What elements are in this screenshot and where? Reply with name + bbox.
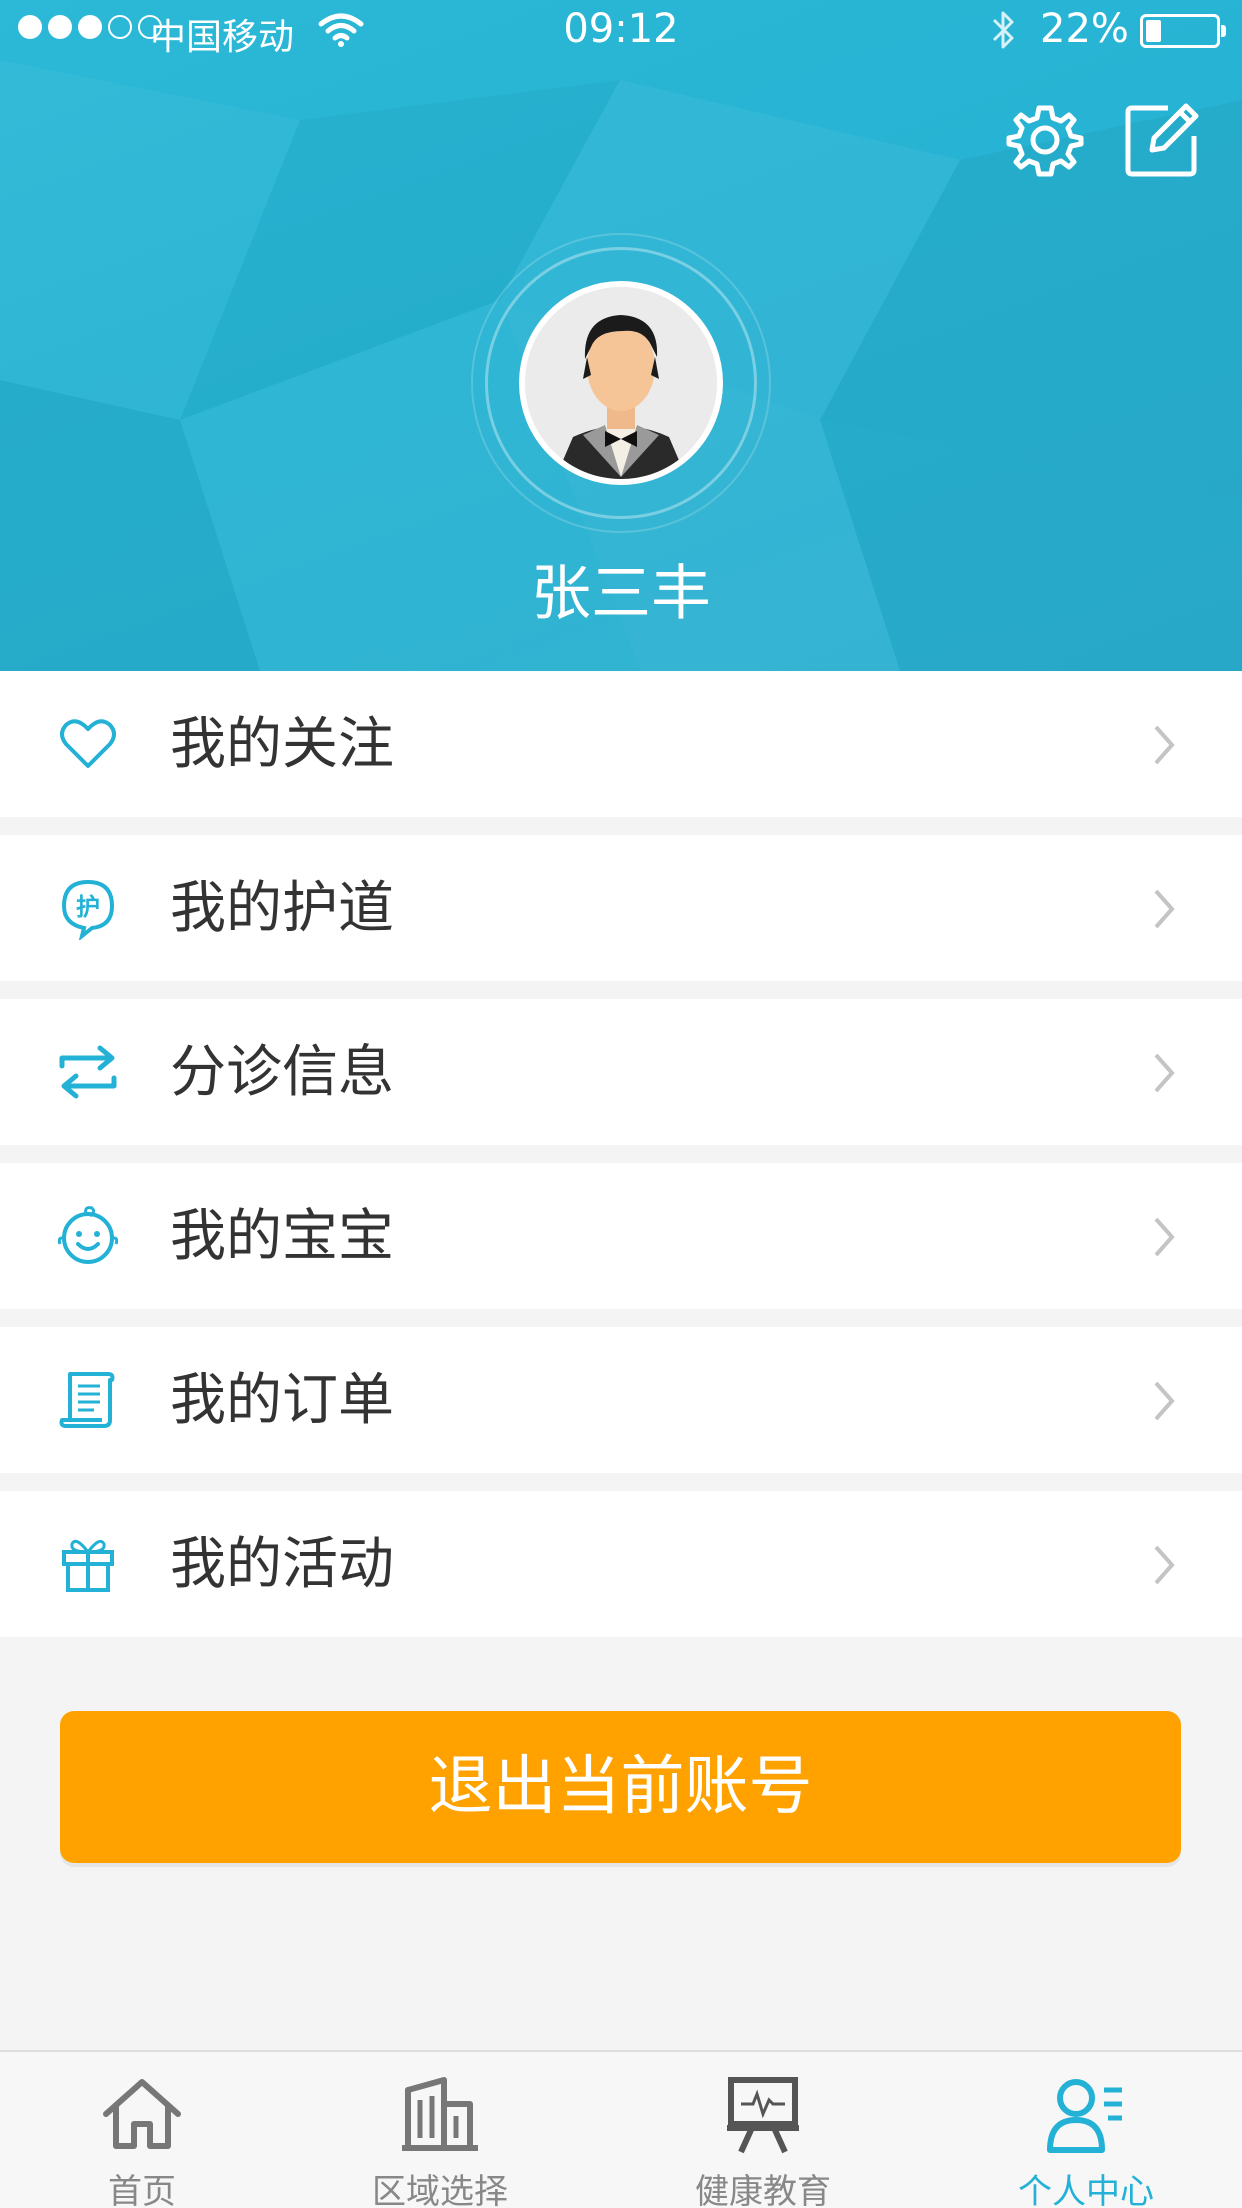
order-list-icon (59, 1372, 115, 1428)
home-icon (103, 2079, 181, 2149)
settings-gear-icon[interactable] (1005, 100, 1085, 180)
logout-button[interactable]: 退出当前账号 (60, 1711, 1181, 1863)
menu-item-label: 分诊信息 (170, 1040, 394, 1105)
avatar[interactable] (519, 281, 723, 485)
chevron-right-icon (1154, 1381, 1175, 1421)
profile-list-icon (1047, 2079, 1122, 2153)
bottom-tab-bar: 首页 区域选择 健康教育 个人中心 (0, 2050, 1242, 2208)
tab-region-select[interactable]: 区域选择 (320, 2052, 560, 2208)
buildings-icon (402, 2077, 478, 2151)
profile-menu: 我的关注 护 我的护道 分诊信息 我的宝宝 我的订单 我的活动 (0, 671, 1242, 1637)
chevron-right-icon (1154, 1217, 1175, 1257)
avatar-container[interactable] (471, 233, 771, 533)
presentation-board-icon (727, 2077, 799, 2154)
gift-icon (62, 1539, 114, 1592)
menu-item-my-baby[interactable]: 我的宝宝 (0, 1163, 1242, 1309)
tab-health-education[interactable]: 健康教育 (643, 2052, 883, 2208)
status-bar: 中国移动 09:12 22% (0, 0, 1242, 60)
menu-item-label: 我的订单 (170, 1368, 394, 1433)
battery-level-fill (1146, 20, 1161, 42)
menu-item-label: 我的宝宝 (170, 1204, 394, 1269)
tab-label: 首页 (108, 2172, 176, 2208)
menu-item-triage-info[interactable]: 分诊信息 (0, 999, 1242, 1145)
chevron-right-icon (1154, 1053, 1175, 1093)
menu-item-my-activities[interactable]: 我的活动 (0, 1491, 1242, 1637)
user-name: 张三丰 (531, 559, 711, 629)
menu-item-my-hudao[interactable]: 护 我的护道 (0, 835, 1242, 981)
hu-badge-icon: 护 (61, 879, 115, 940)
menu-item-label: 我的活动 (170, 1532, 394, 1597)
heart-icon (60, 719, 116, 768)
tab-personal-center[interactable]: 个人中心 (966, 2052, 1206, 2208)
chevron-right-icon (1154, 1545, 1175, 1585)
profile-header: 中国移动 09:12 22% 张三丰 (0, 0, 1242, 671)
battery-percentage: 22% (1040, 6, 1129, 52)
chevron-right-icon (1154, 725, 1175, 765)
user-avatar-illustration (525, 287, 717, 479)
tab-label: 个人中心 (1018, 2172, 1154, 2208)
tab-label: 区域选择 (372, 2172, 508, 2208)
tab-label: 健康教育 (695, 2172, 831, 2208)
battery-icon (1140, 14, 1226, 48)
tab-home[interactable]: 首页 (22, 2052, 262, 2208)
menu-item-favorites[interactable]: 我的关注 (0, 671, 1242, 817)
bluetooth-icon (992, 11, 1014, 49)
menu-item-label: 我的护道 (170, 876, 394, 941)
baby-face-icon (57, 1206, 119, 1264)
menu-item-label: 我的关注 (170, 712, 394, 777)
transfer-arrows-icon (59, 1045, 117, 1099)
edit-profile-icon[interactable] (1122, 100, 1202, 180)
chevron-right-icon (1154, 889, 1175, 929)
svg-text:护: 护 (76, 893, 100, 921)
menu-item-my-orders[interactable]: 我的订单 (0, 1327, 1242, 1473)
